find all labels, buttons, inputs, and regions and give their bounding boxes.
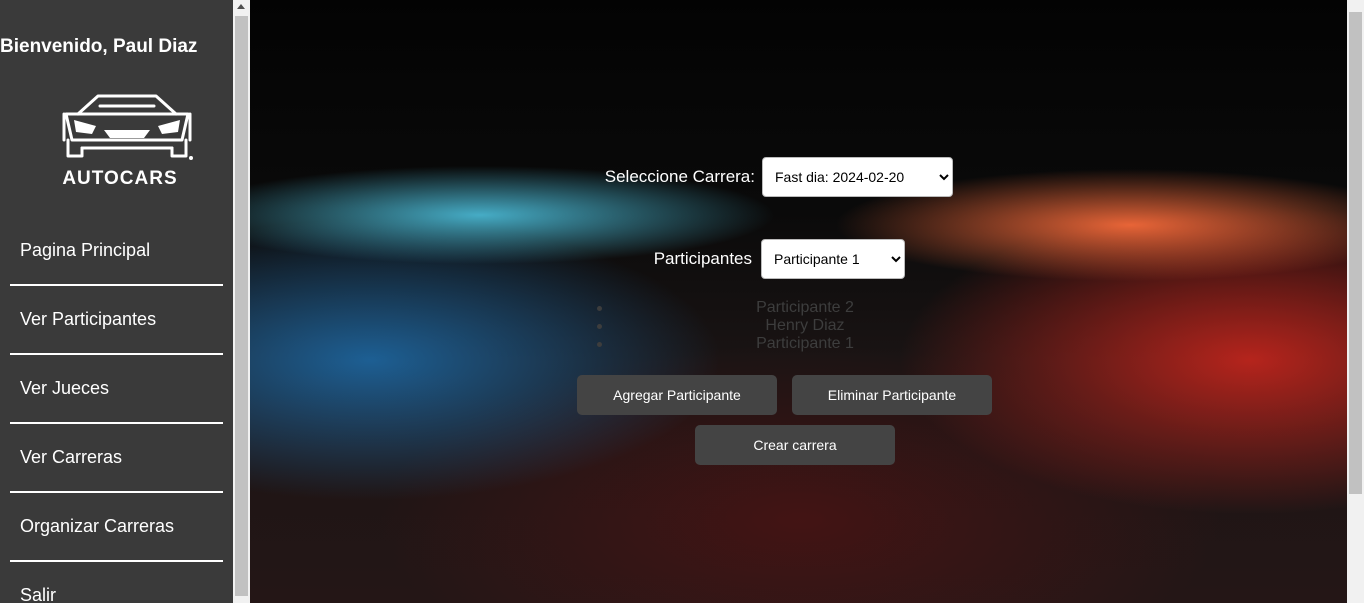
nav-link-organizar-carreras[interactable]: Organizar Carreras: [10, 516, 174, 537]
logo-text: AUTOCARS: [62, 168, 177, 189]
sidebar-item-ver-carreras: Ver Carreras: [10, 424, 223, 493]
remove-participant-button[interactable]: Eliminar Participante: [792, 375, 992, 415]
nav-link-pagina-principal[interactable]: Pagina Principal: [10, 240, 150, 261]
list-item: Participante 2: [590, 299, 1020, 317]
create-race-button[interactable]: Crear carrera: [695, 425, 895, 465]
sidebar-item-ver-jueces: Ver Jueces: [10, 355, 223, 424]
sidebar-item-pagina-principal: Pagina Principal: [10, 217, 223, 286]
page-scrollbar-thumb[interactable]: [1349, 12, 1362, 494]
participants-select-label: Participantes: [653, 249, 752, 268]
main-content: Seleccione Carrera: Fast dia: 2024-02-20…: [250, 0, 1347, 603]
race-select-label: Seleccione Carrera:: [604, 167, 755, 186]
welcome-heading: Bienvenido, Paul Diaz: [0, 36, 198, 57]
nav-link-ver-jueces[interactable]: Ver Jueces: [10, 378, 109, 399]
sidebar-scrollbar-thumb[interactable]: [235, 16, 248, 596]
list-item: Henry Diaz: [590, 317, 1020, 335]
sidebar-item-salir: Salir: [10, 562, 223, 603]
list-item: Participante 1: [590, 335, 1020, 353]
sidebar: Bienvenido, Paul Diaz AUTOCARS Pagina Pr…: [0, 0, 233, 603]
participants-list: Participante 2 Henry Diaz Participante 1: [590, 299, 1020, 353]
participant-select[interactable]: Participante 1: [761, 239, 905, 279]
nav-link-salir[interactable]: Salir: [10, 585, 56, 603]
sidebar-scrollbar[interactable]: [233, 0, 250, 603]
page-scrollbar[interactable]: [1347, 0, 1364, 603]
sidebar-nav: Pagina Principal Ver Participantes Ver J…: [10, 217, 223, 603]
add-participant-button[interactable]: Agregar Participante: [577, 375, 777, 415]
nav-link-ver-carreras[interactable]: Ver Carreras: [10, 447, 122, 468]
sidebar-item-organizar-carreras: Organizar Carreras: [10, 493, 223, 562]
sidebar-item-ver-participantes: Ver Participantes: [10, 286, 223, 355]
scroll-up-arrow-icon[interactable]: [237, 4, 245, 9]
autocars-logo: AUTOCARS: [62, 94, 193, 189]
nav-link-ver-participantes[interactable]: Ver Participantes: [10, 309, 156, 330]
race-select[interactable]: Fast dia: 2024-02-20: [762, 157, 953, 197]
